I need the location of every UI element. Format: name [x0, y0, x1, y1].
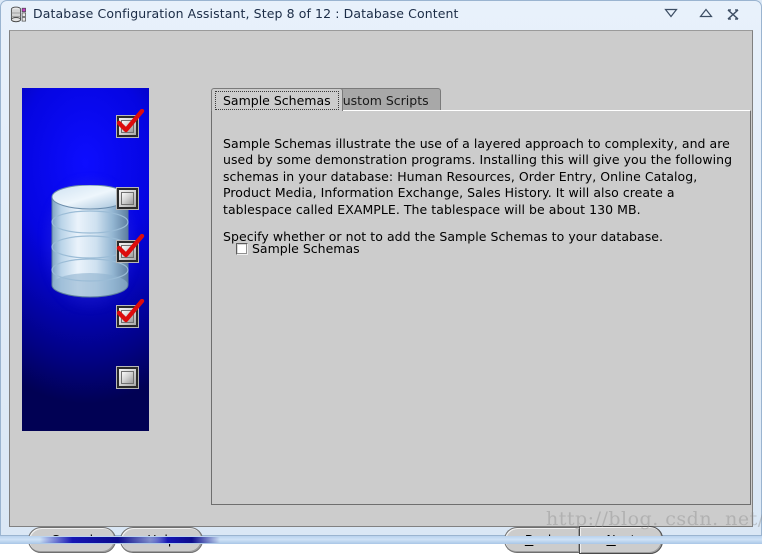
wizard-illustration-panel [22, 88, 149, 431]
marker-inner [121, 192, 134, 205]
step-marker-3 [116, 234, 145, 264]
sample-schemas-checkbox-row[interactable]: Sample Schemas [236, 241, 360, 256]
marker-inner [121, 310, 134, 323]
step-marker-1 [116, 109, 145, 139]
description-paragraph: Sample Schemas illustrate the use of a l… [223, 135, 733, 217]
window-title: Database Configuration Assistant, Step 8… [33, 6, 459, 21]
marker-inner [121, 245, 134, 258]
watermark: http://blog. csdn. net/ [546, 508, 762, 530]
maximize-icon[interactable] [695, 5, 717, 24]
application-window: Database Configuration Assistant, Step 8… [0, 0, 762, 554]
taskbar-sliver [0, 536, 762, 544]
database-app-icon [10, 6, 27, 23]
tab-sample-schemas[interactable]: Sample Schemas [211, 88, 343, 111]
title-bar[interactable]: Database Configuration Assistant, Step 8… [0, 0, 762, 29]
close-icon[interactable] [722, 5, 744, 24]
step-marker-2 [117, 188, 140, 211]
minimize-icon[interactable] [660, 5, 682, 24]
sample-schemas-checkbox[interactable] [236, 242, 248, 255]
tab-custom-scripts-label: Custom Scripts [334, 93, 429, 108]
marker-inner [121, 120, 134, 133]
step-marker-5 [117, 367, 140, 390]
dialog-body: Sample Schemas Custom Scripts Sample Sch… [9, 30, 753, 554]
marker-inner [121, 371, 134, 384]
tab-content-panel: Sample Schemas illustrate the use of a l… [211, 110, 751, 505]
taskbar-segment-2 [150, 537, 220, 543]
step-marker-4 [116, 299, 145, 329]
tab-sample-schemas-label: Sample Schemas [223, 93, 331, 108]
sample-schemas-checkbox-label: Sample Schemas [252, 241, 360, 256]
